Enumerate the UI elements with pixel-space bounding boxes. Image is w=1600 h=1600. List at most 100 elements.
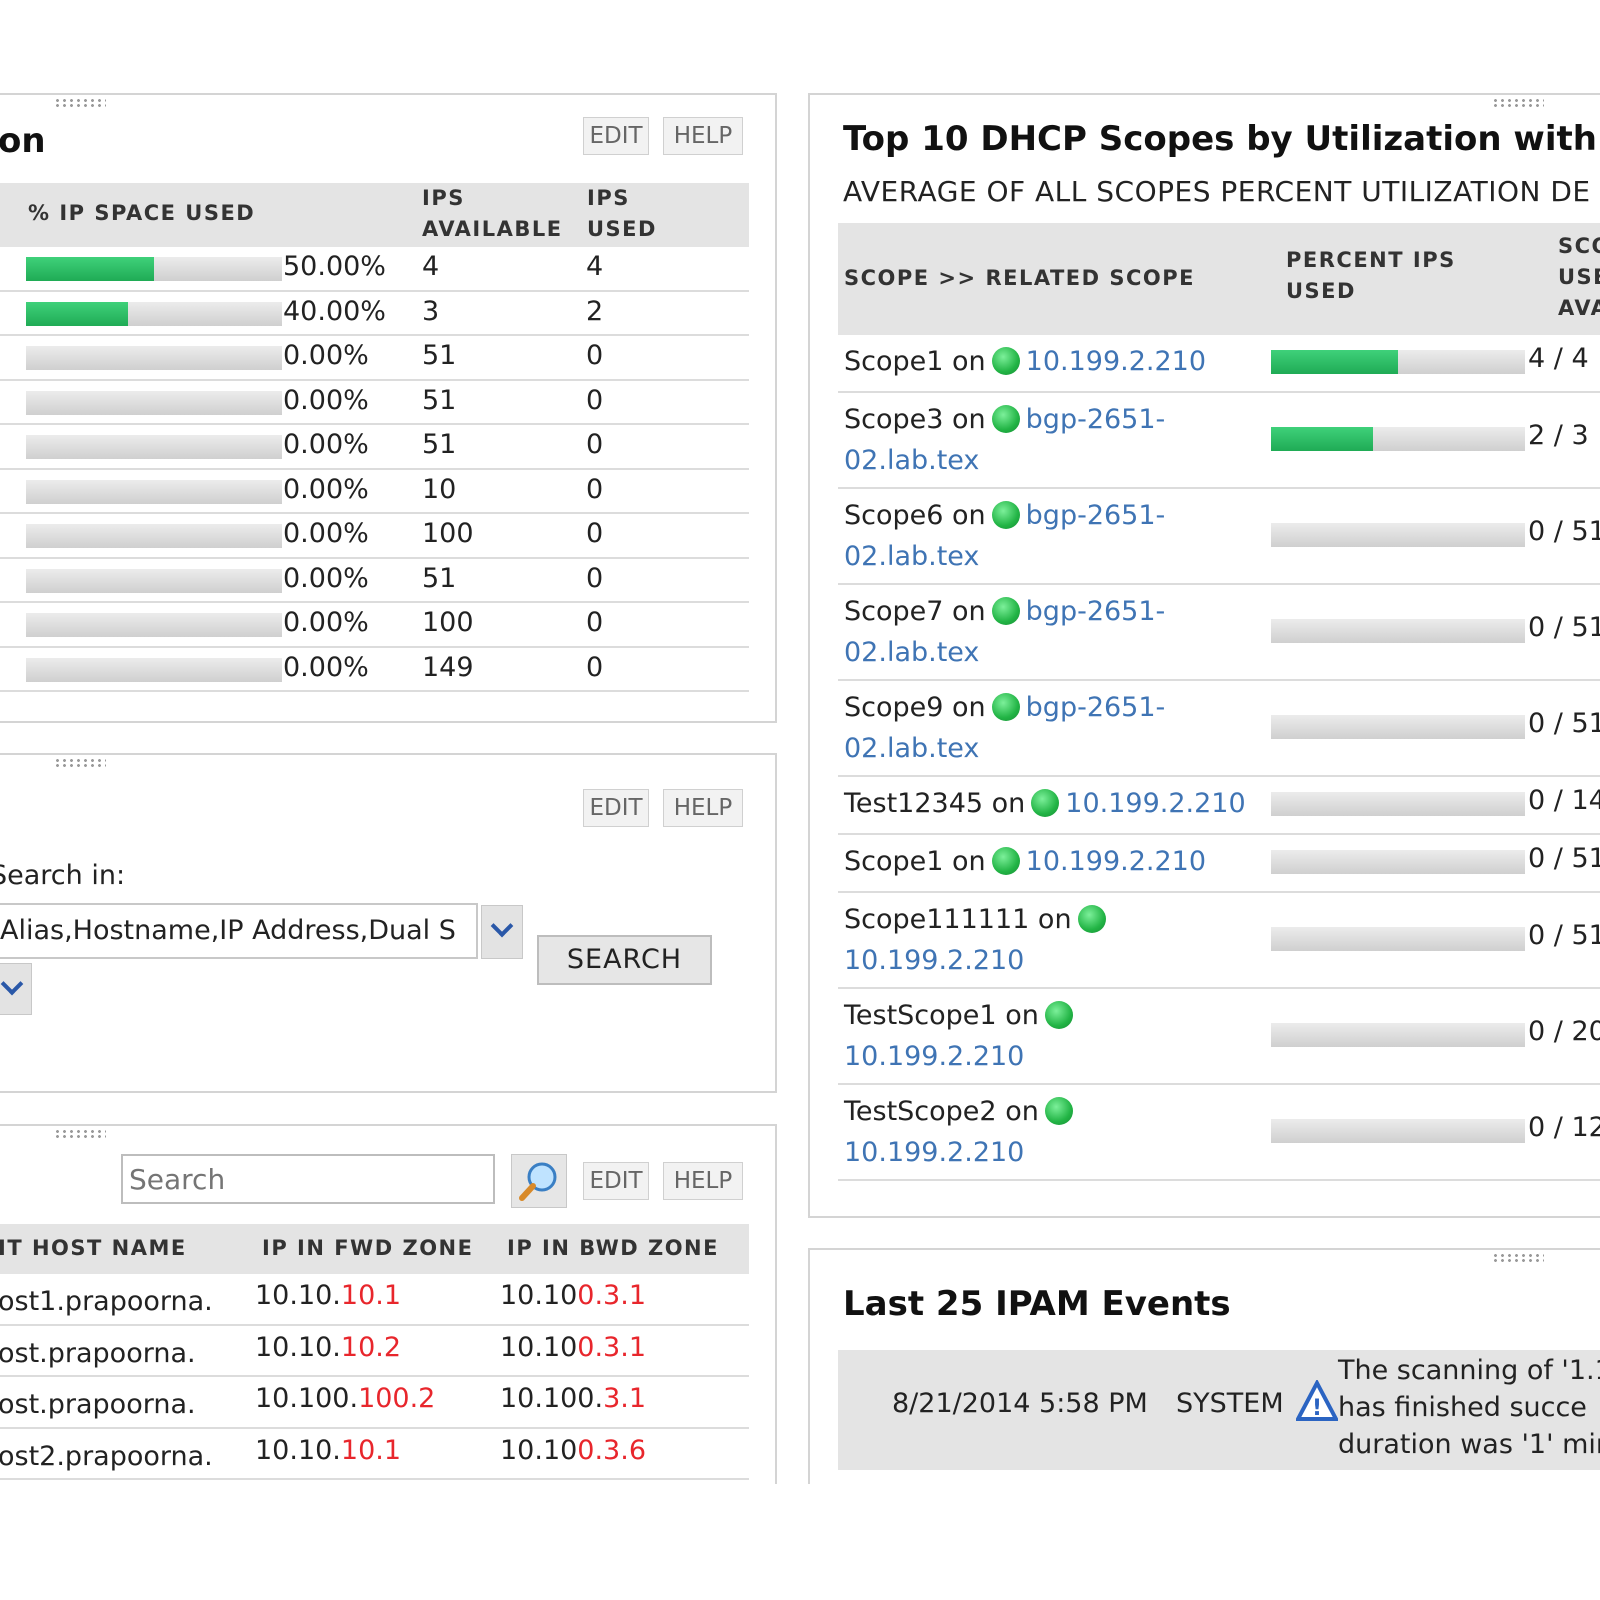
table-row[interactable]: ost1.prapoorna. 10.10.10.1 10.100.3.1: [0, 1274, 749, 1326]
scope-name[interactable]: Scope111111: [844, 904, 1029, 935]
fwd-zone-ip: 10.10.10.1: [255, 1435, 401, 1466]
search-button[interactable]: SEARCH: [537, 935, 712, 985]
table-row[interactable]: 0.00% 51 0: [0, 559, 749, 603]
dhcp-server-link[interactable]: 10.199.2.210: [1026, 846, 1206, 877]
table-row[interactable]: 40.00% 3 2: [0, 292, 749, 336]
search-in-select[interactable]: Alias,Hostname,IP Address,Dual S: [0, 903, 478, 959]
table-row[interactable]: 0.00% 51 0: [0, 336, 749, 381]
host-name-value: ost.prapoorna.: [0, 1389, 196, 1420]
dhcp-server-link[interactable]: 10.199.2.210: [844, 945, 1024, 976]
host-name-value: ost.prapoorna.: [0, 1337, 196, 1369]
ips-available-value: 100: [422, 607, 474, 638]
column-header-scope[interactable]: SCOPE >> RELATED SCOPE: [844, 263, 1195, 294]
table-row[interactable]: 0.00% 100 0: [0, 603, 749, 648]
scope-name[interactable]: TestScope2: [844, 1096, 997, 1127]
drag-handle[interactable]: [1492, 1253, 1544, 1263]
ip-search-panel: EDIT HELP Search in: Alias,Hostname,IP A…: [0, 753, 777, 1093]
table-row[interactable]: ost.prapoorna. 10.10.10.2 10.100.3.1: [0, 1326, 749, 1377]
scope-name[interactable]: Scope7: [844, 596, 943, 627]
bwd-zone-ip-highlight: 3.1: [603, 1383, 647, 1414]
help-button[interactable]: HELP: [663, 789, 743, 827]
table-row[interactable]: Test12345 on 10.199.2.210 0 / 14: [838, 777, 1600, 835]
edit-button[interactable]: EDIT: [583, 789, 649, 827]
drag-handle[interactable]: [1492, 98, 1544, 108]
column-header-scope-used-available[interactable]: SCO USE AVA: [1558, 231, 1600, 324]
drag-handle[interactable]: [54, 758, 106, 768]
column-header-ip-space-used[interactable]: % IP SPACE USED: [28, 198, 255, 229]
dhcp-table-body: Scope1 on 10.199.2.210 4 / 4 Scope3 on bgp-2…: [838, 335, 1600, 1195]
table-row[interactable]: 0.00% 149 0: [0, 648, 749, 692]
edit-button[interactable]: EDIT: [583, 117, 649, 155]
status-up-icon: [991, 847, 1020, 875]
table-row[interactable]: 0.00% 10 0: [0, 470, 749, 514]
scope-on: on: [991, 788, 1026, 819]
scope-name[interactable]: TestScope1: [844, 1000, 997, 1031]
scope-name[interactable]: Scope1: [844, 846, 943, 877]
scope-on: on: [952, 596, 986, 627]
scope-name[interactable]: Scope6: [844, 500, 943, 531]
table-row[interactable]: 0.00% 51 0: [0, 425, 749, 470]
table-row[interactable]: Scope1 on 10.199.2.210 0 / 51: [838, 835, 1600, 893]
table-row[interactable]: 0.00% 51 0: [0, 381, 749, 425]
ips-used-value: 2: [586, 295, 604, 327]
scope-name[interactable]: Test12345: [844, 788, 983, 819]
table-row[interactable]: Scope7 on bgp-2651- 02.lab.tex 0 / 51: [838, 585, 1600, 681]
column-header-ip-fwd-zone[interactable]: IP IN FWD ZONE: [262, 1233, 473, 1264]
search-input[interactable]: [121, 1154, 495, 1204]
event-row[interactable]: 8/21/2014 5:58 PM SYSTEM! The scanning of …: [838, 1350, 1600, 1470]
subnet-utilization-panel: on EDIT HELP % IP SPACE USED IPS AVAILAB…: [0, 93, 777, 723]
scope-name[interactable]: Scope1: [844, 346, 943, 377]
column-header-ips-available[interactable]: IPS AVAILABLE: [422, 183, 563, 245]
status-up-icon: [991, 693, 1020, 721]
table-row[interactable]: TestScope2 on 10.199.2.210 0 / 12: [838, 1085, 1600, 1181]
dhcp-server-link[interactable]: 10.199.2.210: [844, 1137, 1024, 1168]
table-row[interactable]: Scope3 on bgp-2651- 02.lab.tex 2 / 3: [838, 393, 1600, 489]
panel-title: on: [0, 121, 46, 161]
scope-used-available: 0 / 51: [1528, 920, 1600, 951]
chevron-down-icon: [0, 972, 24, 996]
scope-cell: TestScope2 on 10.199.2.210: [844, 1091, 1264, 1173]
secondary-dropdown-button[interactable]: [0, 963, 32, 1015]
ips-used-value: 0: [586, 473, 604, 505]
table-row[interactable]: 0.00% 100 0: [0, 514, 749, 559]
scope-name[interactable]: Scope9: [844, 692, 943, 723]
search-in-dropdown-button[interactable]: [481, 905, 523, 959]
table-row[interactable]: TestScope1 on 10.199.2.210 0 / 20: [838, 989, 1600, 1085]
table-row[interactable]: Scope9 on bgp-2651- 02.lab.tex 0 / 51: [838, 681, 1600, 777]
table-row[interactable]: ost2.prapoorna. 10.10.10.1 10.100.3.6: [0, 1429, 749, 1480]
scope-used-available: 0 / 51: [1528, 516, 1600, 547]
edit-button[interactable]: EDIT: [583, 1162, 649, 1200]
scope-on: on: [952, 500, 986, 531]
percent-used-value: 0.00%: [283, 562, 369, 594]
column-header-ip-bwd-zone[interactable]: IP IN BWD ZONE: [507, 1233, 719, 1264]
table-row[interactable]: 50.00% 4 4: [0, 247, 749, 292]
scope-used-available: 2 / 3: [1528, 420, 1589, 451]
scope-name[interactable]: Scope3: [844, 404, 943, 435]
ips-available-value: 149: [422, 651, 474, 683]
utilization-bar-fill: [26, 301, 129, 326]
dhcp-server-link[interactable]: 10.199.2.210: [1026, 346, 1206, 377]
dhcp-server-link[interactable]: 10.199.2.210: [844, 1041, 1024, 1072]
percent-used-value: 40.00%: [283, 295, 386, 327]
column-header-percent-ips-used[interactable]: PERCENT IPS USED: [1286, 245, 1456, 307]
ips-used-value: 0: [586, 607, 604, 638]
utilization-bar: [26, 568, 282, 593]
help-button[interactable]: HELP: [663, 1162, 743, 1200]
bwd-zone-ip-highlight: 0.3.1: [577, 1280, 646, 1311]
search-icon-button[interactable]: [511, 1154, 567, 1208]
column-header-ips-used[interactable]: IPS USED: [587, 183, 657, 245]
table-row[interactable]: Scope111111 on 10.199.2.210 0 / 51: [838, 893, 1600, 989]
utilization-bar: [1271, 523, 1525, 547]
table-row[interactable]: Scope1 on 10.199.2.210 4 / 4: [838, 335, 1600, 393]
table-row[interactable]: Scope6 on bgp-2651- 02.lab.tex 0 / 51: [838, 489, 1600, 585]
search-icon: [519, 1162, 557, 1201]
panel-title: Top 10 DHCP Scopes by Utilization with S…: [843, 119, 1600, 159]
help-button[interactable]: HELP: [663, 117, 743, 155]
drag-handle[interactable]: [54, 1129, 106, 1139]
column-header-host-name[interactable]: IT HOST NAME: [0, 1233, 187, 1264]
dhcp-server-link[interactable]: 10.199.2.210: [1065, 788, 1245, 819]
table-row[interactable]: ost.prapoorna. 10.100.100.2 10.100.3.1: [0, 1377, 749, 1429]
bwd-zone-ip: 10.100.3.1: [500, 1332, 646, 1363]
drag-handle[interactable]: [54, 98, 106, 108]
ips-available-value: 100: [422, 518, 474, 549]
